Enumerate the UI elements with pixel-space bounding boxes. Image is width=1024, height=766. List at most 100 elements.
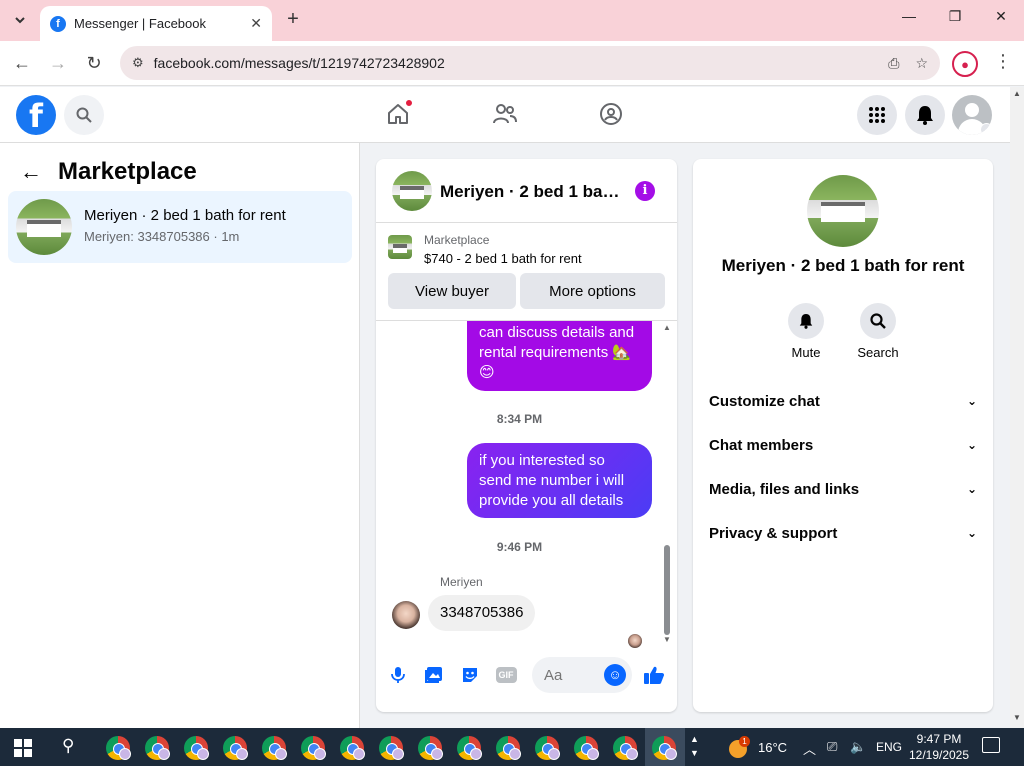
chevron-down-icon: ⌄ xyxy=(966,394,977,408)
back-arrow-icon[interactable]: ← xyxy=(11,52,33,74)
tray-chevron-up-icon[interactable]: ︿ xyxy=(803,739,816,758)
chrome-profile-taskbar-icon[interactable] xyxy=(379,736,404,760)
chat-panel: Meriyen · 2 bed 1 bath for rent i Market… xyxy=(376,159,677,712)
menu-grid-button[interactable] xyxy=(857,95,897,135)
bookmark-star-icon[interactable]: ☆ xyxy=(915,55,928,72)
chrome-profile-taskbar-icon[interactable] xyxy=(613,736,638,760)
listing-price[interactable]: $740 - 2 bed 1 bath for rent xyxy=(424,251,582,266)
install-app-icon[interactable]: ⎙ xyxy=(888,55,899,72)
meet-now-icon[interactable]: ⎚ xyxy=(827,739,837,755)
taskbar-scroll-arrows[interactable]: ▲ ▼ xyxy=(690,732,699,760)
search-chat-button[interactable]: Search xyxy=(848,303,908,360)
tab-close-icon[interactable]: ✕ xyxy=(250,15,262,32)
section-media-files-links[interactable]: Media, files and links ⌄ xyxy=(709,477,977,501)
facebook-logo-icon[interactable]: f xyxy=(16,95,56,135)
chrome-profile-taskbar-icon[interactable] xyxy=(496,736,521,760)
chevron-down-icon xyxy=(15,17,25,24)
chrome-profile-taskbar-icon[interactable] xyxy=(652,736,677,760)
section-chat-members[interactable]: Chat members ⌄ xyxy=(709,433,977,457)
chrome-profile-taskbar-icon[interactable] xyxy=(535,736,560,760)
window-close-button[interactable]: ✕ xyxy=(989,8,1013,25)
notification-center-icon[interactable] xyxy=(982,737,1000,753)
reload-icon[interactable]: ↻ xyxy=(83,52,105,74)
facebook-search-button[interactable] xyxy=(64,95,104,135)
search-label: Search xyxy=(857,345,899,360)
account-avatar[interactable]: ⌄ xyxy=(952,95,992,135)
gif-icon[interactable]: GIF xyxy=(495,664,517,686)
listing-thumbnail[interactable] xyxy=(388,235,412,259)
forward-arrow-icon[interactable]: → xyxy=(47,52,69,74)
temperature[interactable]: 16°C xyxy=(758,740,787,755)
more-options-button[interactable]: More options xyxy=(520,273,665,309)
info-icon[interactable]: i xyxy=(635,181,655,201)
chrome-profile-taskbar-icon[interactable] xyxy=(574,736,599,760)
listing-source: Marketplace xyxy=(424,233,490,247)
scroll-up-icon[interactable]: ▲ xyxy=(663,323,671,332)
restore-button[interactable]: ❐ xyxy=(943,8,967,25)
view-buyer-button[interactable]: View buyer xyxy=(388,273,516,309)
emoji-icon[interactable]: ☺ xyxy=(604,664,626,686)
section-privacy-support[interactable]: Privacy & support ⌄ xyxy=(709,521,977,545)
friends-nav-button[interactable] xyxy=(490,99,520,129)
groups-nav-button[interactable] xyxy=(596,99,626,129)
profile-badge-icon xyxy=(236,748,248,760)
chrome-profile-taskbar-icon[interactable] xyxy=(301,736,326,760)
chrome-profile-taskbar-icon[interactable] xyxy=(262,736,287,760)
browser-menu-icon[interactable]: ⋮ xyxy=(994,51,1012,72)
chrome-profile-taskbar-icon[interactable] xyxy=(418,736,443,760)
incoming-message: 3348705386 xyxy=(428,595,536,631)
chrome-profile-taskbar-icon[interactable] xyxy=(184,736,209,760)
scroll-down-icon[interactable]: ▼ xyxy=(663,635,671,644)
minimize-button[interactable]: — xyxy=(897,8,921,24)
weather-icon[interactable]: 1 xyxy=(725,736,750,758)
chrome-profile-taskbar-icon[interactable] xyxy=(145,736,170,760)
chrome-profile-taskbar-icon[interactable] xyxy=(457,736,482,760)
sender-avatar[interactable] xyxy=(392,601,420,629)
address-bar[interactable]: ⚙ facebook.com/messages/t/12197427234289… xyxy=(120,46,940,80)
details-avatar[interactable] xyxy=(807,175,879,247)
photo-icon[interactable] xyxy=(423,664,445,686)
new-tab-button[interactable]: + xyxy=(283,9,303,29)
windows-start-icon[interactable] xyxy=(14,739,32,757)
notifications-button[interactable] xyxy=(905,95,945,135)
scroll-down-icon[interactable]: ▼ xyxy=(1013,713,1021,722)
chat-title[interactable]: Meriyen · 2 bed 1 bath for rent xyxy=(440,182,625,202)
weather-badge: 1 xyxy=(739,736,750,747)
microphone-icon[interactable] xyxy=(387,664,409,686)
scroll-thumb[interactable] xyxy=(664,545,670,635)
conversation-item[interactable]: Meriyen · 2 bed 1 bath for rent Meriyen:… xyxy=(8,191,352,263)
page-scrollbar[interactable]: ▲ ▼ xyxy=(1010,87,1024,728)
section-customize-chat[interactable]: Customize chat ⌄ xyxy=(709,389,977,413)
message-list: can discuss details and rental requireme… xyxy=(376,321,677,651)
home-nav-button[interactable] xyxy=(383,99,413,129)
taskbar-clock[interactable]: 9:47 PM 12/19/2025 xyxy=(908,731,970,763)
search-icon xyxy=(76,107,92,123)
outgoing-message: can discuss details and rental requireme… xyxy=(467,321,652,391)
message-scrollbar[interactable]: ▲ ▼ xyxy=(662,323,672,649)
tab-search-button[interactable] xyxy=(8,8,32,32)
mute-button[interactable]: Mute xyxy=(776,303,836,360)
sticker-icon[interactable] xyxy=(459,664,481,686)
volume-icon[interactable]: 🔈 xyxy=(850,739,866,755)
friends-icon xyxy=(493,104,517,124)
back-arrow-icon[interactable]: ← xyxy=(20,159,42,185)
chat-avatar[interactable] xyxy=(392,171,432,211)
chrome-profile-taskbar-icon[interactable] xyxy=(340,736,365,760)
language-indicator[interactable]: ENG xyxy=(876,740,902,754)
url-text[interactable]: facebook.com/messages/t/1219742723428902 xyxy=(154,55,873,71)
thumbs-up-icon[interactable] xyxy=(643,664,665,686)
seen-receipt-avatar xyxy=(628,634,642,648)
chevron-down-icon: ⌄ xyxy=(966,438,977,452)
listing-thumbnail xyxy=(16,199,72,255)
profile-icon[interactable]: ● xyxy=(952,51,978,77)
profile-badge-icon xyxy=(470,748,482,760)
profile-badge-icon xyxy=(392,748,404,760)
taskbar-search-icon[interactable]: ⚲ xyxy=(62,736,74,756)
site-info-icon[interactable]: ⚙ xyxy=(132,55,144,71)
message-composer: GIF ☺ xyxy=(376,651,677,712)
scroll-up-icon[interactable]: ▲ xyxy=(1013,89,1021,98)
chrome-profile-taskbar-icon[interactable] xyxy=(223,736,248,760)
chrome-profile-taskbar-icon[interactable] xyxy=(106,736,131,760)
browser-tab[interactable]: f Messenger | Facebook ✕ xyxy=(40,6,272,41)
details-title: Meriyen · 2 bed 1 bath for rent xyxy=(721,256,965,275)
